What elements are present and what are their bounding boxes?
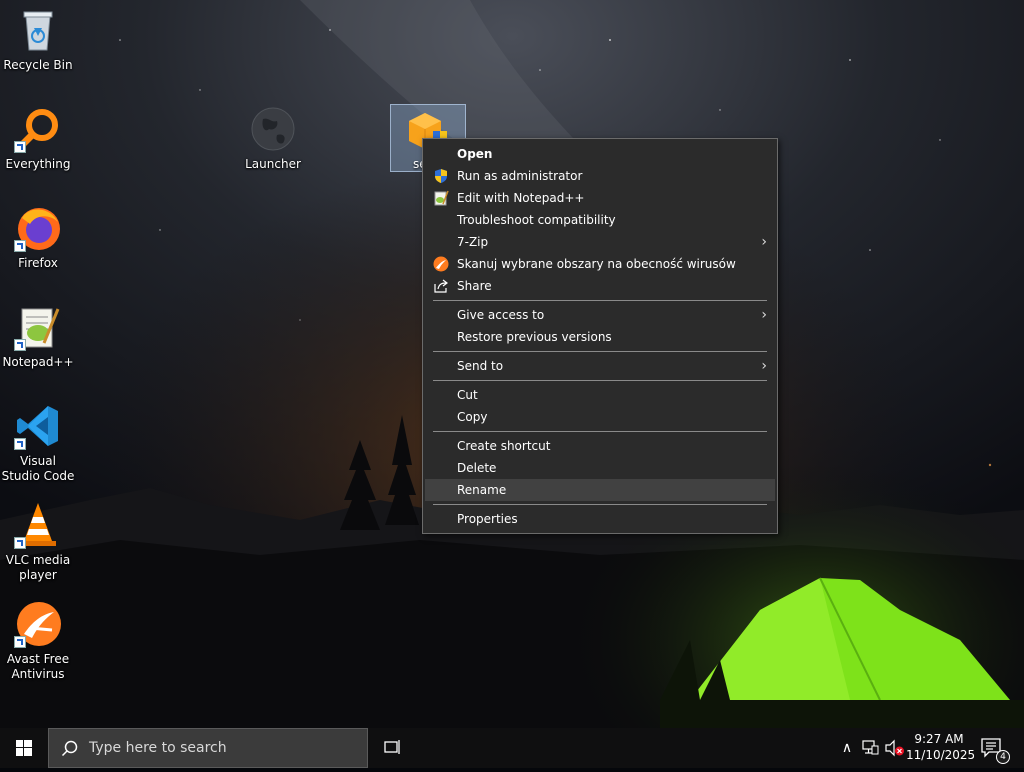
menu-item-delete[interactable]: Delete [425, 457, 775, 479]
shortcut-arrow-icon [14, 141, 26, 153]
recycle-bin-icon [14, 6, 62, 54]
menu-item-label: Copy [457, 410, 488, 424]
clock-time: 9:27 AM [914, 732, 964, 746]
windows-logo-icon [16, 740, 32, 756]
search-icon [61, 740, 78, 757]
desktop-icon-vscode[interactable]: Visual Studio Code [0, 402, 76, 484]
everything-search-icon [14, 105, 62, 153]
menu-item-label: Cut [457, 388, 478, 402]
shortcut-arrow-icon [14, 438, 26, 450]
menu-item-label: Give access to [457, 308, 545, 322]
menu-item-label: 7-Zip [457, 235, 489, 249]
context-menu: Open Run as administrator Edit with Note… [422, 138, 778, 534]
menu-item-share[interactable]: Share [425, 275, 775, 297]
menu-item-properties[interactable]: Properties [425, 508, 775, 530]
menu-item-label: Create shortcut [457, 439, 551, 453]
menu-item-label: Restore previous versions [457, 330, 612, 344]
menu-separator [433, 300, 767, 301]
menu-separator [433, 351, 767, 352]
network-icon[interactable] [860, 738, 880, 758]
menu-item-rename[interactable]: Rename [425, 479, 775, 501]
avast-icon [14, 600, 62, 648]
menu-item-edit-with-notepad-plus-plus[interactable]: Edit with Notepad++ [425, 187, 775, 209]
menu-item-run-as-administrator[interactable]: Run as administrator [425, 165, 775, 187]
desktop-icon-label: Visual Studio Code [1, 454, 75, 483]
vlc-icon [14, 501, 62, 549]
start-button[interactable] [0, 728, 48, 768]
volume-muted-icon[interactable] [884, 738, 906, 758]
action-center-button[interactable]: 4 [980, 736, 1010, 764]
uac-shield-icon [433, 168, 449, 184]
menu-item-copy[interactable]: Copy [425, 406, 775, 428]
task-view-button[interactable] [376, 728, 408, 768]
vscode-icon [14, 402, 62, 450]
menu-item-cut[interactable]: Cut [425, 384, 775, 406]
menu-item-label: Delete [457, 461, 497, 475]
menu-item-label: Send to [457, 359, 504, 373]
menu-separator [433, 504, 767, 505]
shortcut-arrow-icon [14, 240, 26, 252]
task-view-icon [384, 740, 400, 754]
menu-item-label: Skanuj wybrane obszary na obecność wirus… [457, 257, 736, 271]
notification-count-badge: 4 [996, 750, 1010, 764]
desktop-icon-label: Notepad++ [2, 355, 74, 369]
notepad-plus-plus-icon [433, 190, 449, 206]
desktop-icon-label: Firefox [18, 256, 58, 270]
shortcut-arrow-icon [14, 339, 26, 351]
desktop-icon-notepad-plus-plus[interactable]: Notepad++ [0, 303, 76, 370]
desktop-icon-vlc[interactable]: VLC media player [0, 501, 76, 583]
menu-item-label: Open [457, 147, 493, 161]
desktop-icon-label: Recycle Bin [3, 58, 73, 72]
desktop-icon-label: Launcher [245, 157, 301, 171]
menu-item-send-to[interactable]: Send to › [425, 355, 775, 377]
chevron-right-icon: › [761, 234, 767, 250]
shortcut-arrow-icon [14, 636, 26, 648]
menu-item-label: Edit with Notepad++ [457, 191, 585, 205]
menu-item-label: Troubleshoot compatibility [457, 213, 616, 227]
desktop-icon-recycle-bin[interactable]: Recycle Bin [0, 6, 76, 73]
taskbar: Type here to search ∧ 9:27 AM 11/10/2025 [0, 728, 1024, 768]
chevron-right-icon: › [761, 358, 767, 374]
shortcut-arrow-icon [14, 537, 26, 549]
taskbar-search-box[interactable]: Type here to search [48, 728, 368, 768]
menu-item-label: Run as administrator [457, 169, 583, 183]
menu-item-avast-scan[interactable]: Skanuj wybrane obszary na obecność wirus… [425, 253, 775, 275]
desktop-icon-label: Everything [5, 157, 71, 171]
menu-item-restore-previous-versions[interactable]: Restore previous versions [425, 326, 775, 348]
menu-item-7-zip[interactable]: 7-Zip › [425, 231, 775, 253]
chevron-right-icon: › [761, 307, 767, 323]
menu-item-create-shortcut[interactable]: Create shortcut [425, 435, 775, 457]
desktop-icon-launcher[interactable]: Launcher [235, 105, 311, 172]
show-hidden-icons-button[interactable]: ∧ [836, 728, 858, 768]
avast-icon [433, 256, 449, 272]
desktop-icon-label: VLC media player [5, 553, 71, 582]
search-placeholder: Type here to search [89, 740, 227, 756]
notepad-plus-plus-icon [14, 303, 62, 351]
menu-item-label: Properties [457, 512, 518, 526]
menu-item-troubleshoot-compatibility[interactable]: Troubleshoot compatibility [425, 209, 775, 231]
share-icon [433, 278, 449, 294]
firefox-icon [14, 204, 62, 252]
menu-separator [433, 431, 767, 432]
desktop-icon-everything[interactable]: Everything [0, 105, 76, 172]
desktop-icon-firefox[interactable]: Firefox [0, 204, 76, 271]
menu-separator [433, 380, 767, 381]
globe-icon [249, 105, 297, 153]
menu-item-label: Rename [457, 483, 507, 497]
menu-item-open[interactable]: Open [425, 143, 775, 165]
taskbar-clock[interactable]: 9:27 AM 11/10/2025 [906, 731, 976, 763]
desktop-icon-label: Avast Free Antivirus [6, 652, 70, 681]
clock-date: 11/10/2025 [906, 748, 976, 762]
menu-item-label: Share [457, 279, 492, 293]
desktop-icon-avast[interactable]: Avast Free Antivirus [0, 600, 76, 682]
menu-item-give-access-to[interactable]: Give access to › [425, 304, 775, 326]
